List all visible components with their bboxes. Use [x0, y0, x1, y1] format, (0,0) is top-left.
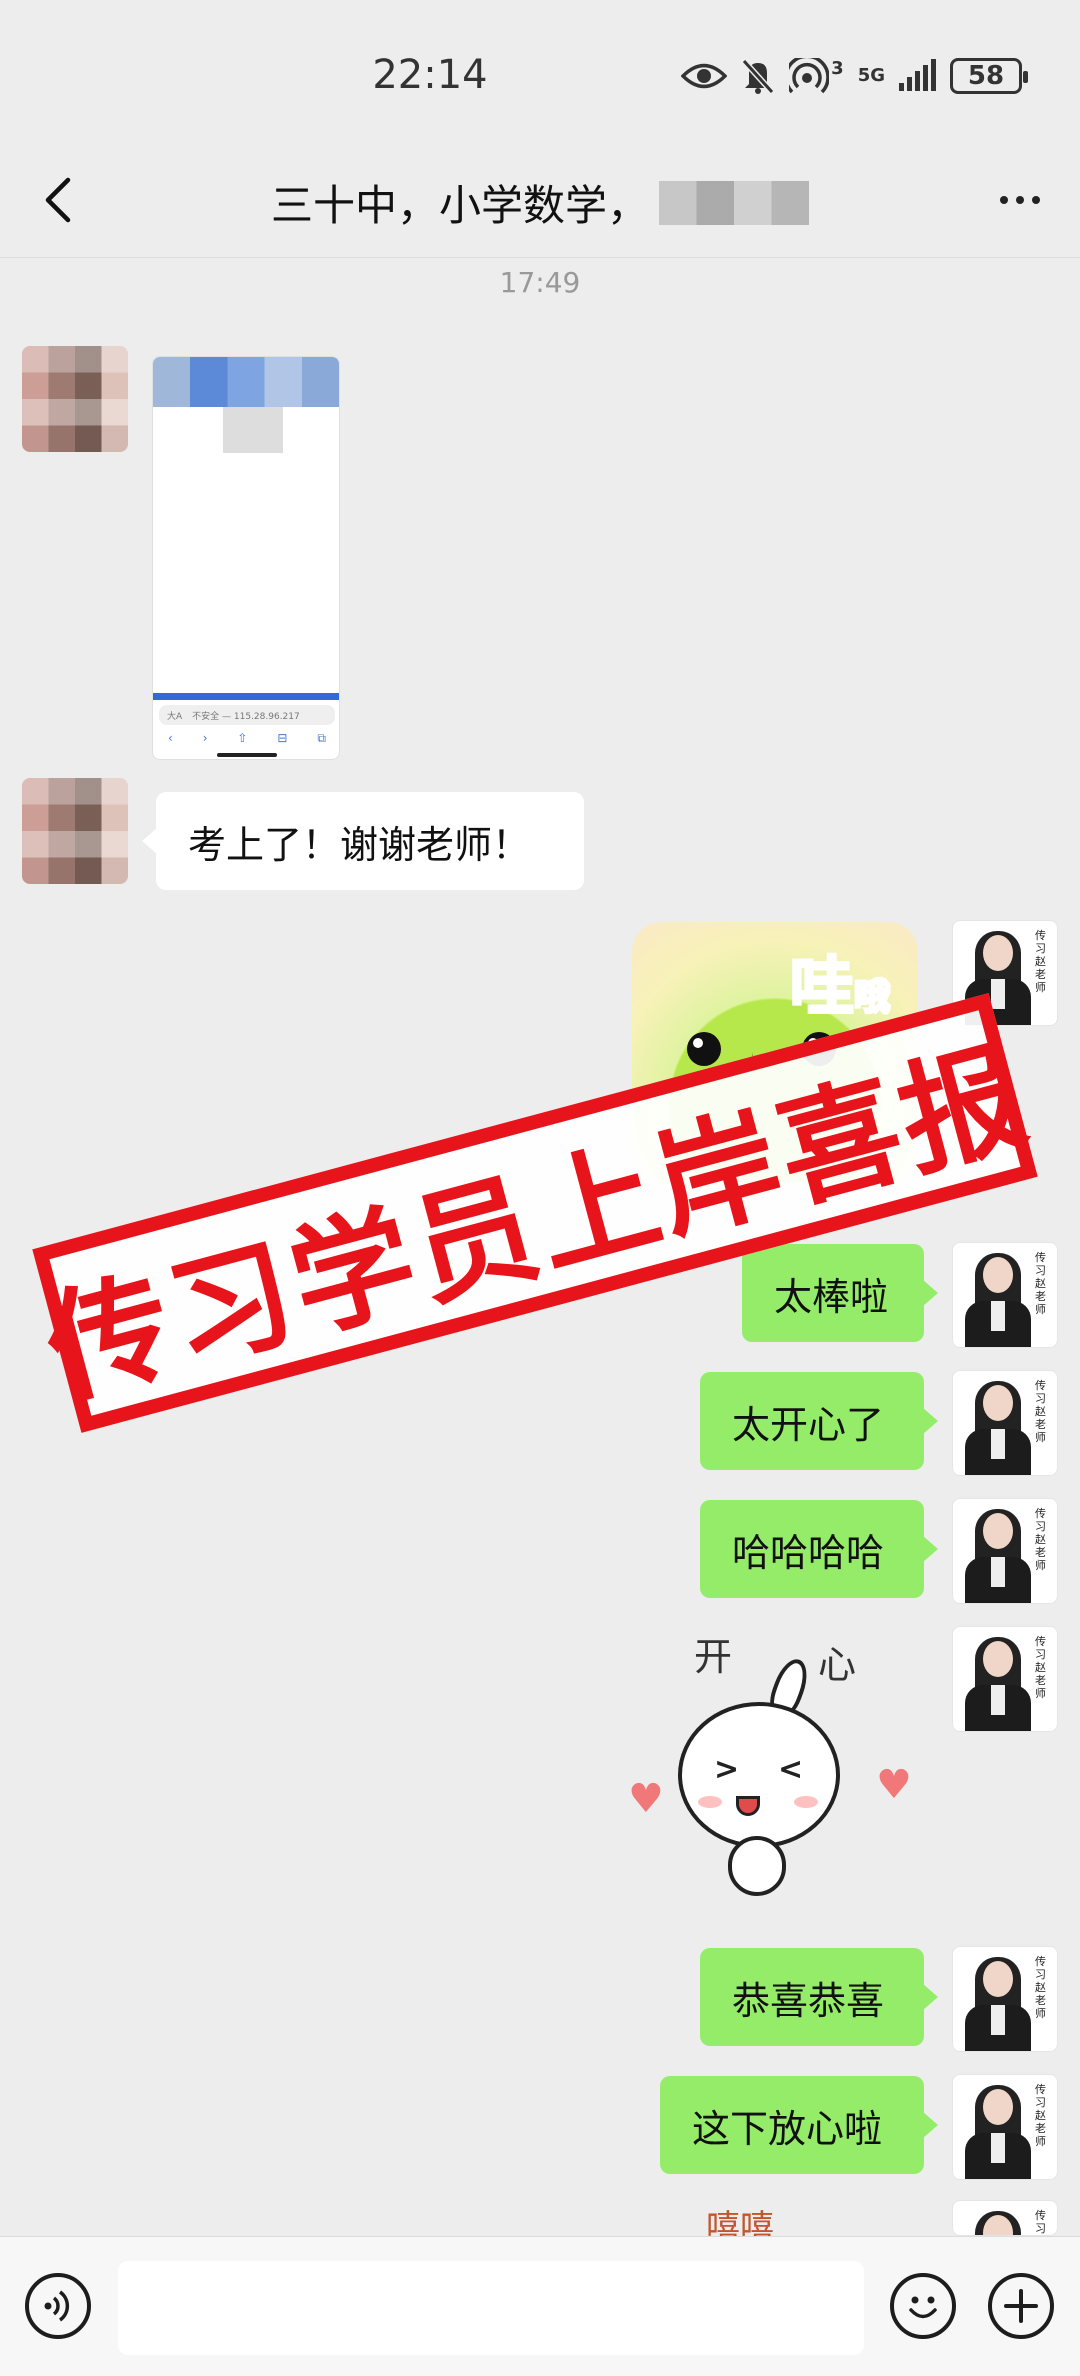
- promo-stamp-banner: 传习学员上岸喜报: [32, 993, 1043, 1433]
- teacher-avatar[interactable]: 传习赵老师: [952, 2200, 1058, 2236]
- dot-icon: [1032, 196, 1040, 204]
- forward-arrow-icon: ›: [202, 731, 208, 745]
- page-bar: [153, 693, 339, 700]
- avatar-signature: 传习赵老师: [1035, 2209, 1046, 2235]
- plus-icon: [1004, 2289, 1038, 2323]
- avatar-signature: 传习赵老师: [1035, 1955, 1046, 2020]
- teacher-avatar[interactable]: 传习赵老师: [952, 1370, 1058, 1476]
- message-timestamp: 17:49: [499, 266, 581, 299]
- sticker-face: [678, 1702, 840, 1848]
- voice-icon: [44, 2290, 70, 2322]
- outgoing-message-bubble[interactable]: 这下放心啦: [660, 2076, 938, 2174]
- avatar-signature: 传习赵老师: [1035, 1379, 1046, 1444]
- sticker-eye: >: [714, 1752, 740, 1787]
- more-options-button[interactable]: [990, 180, 1050, 220]
- sender-avatar[interactable]: [22, 346, 128, 452]
- blurred-name: [659, 180, 809, 225]
- emoji-button[interactable]: [890, 2273, 956, 2339]
- sticker-cheek: [794, 1796, 818, 1808]
- browser-nav-bar: ‹ › ⇧ ⊟ ⧉: [153, 731, 339, 753]
- dot-icon: [1000, 196, 1008, 204]
- status-bar: 22:14 3 5G 58: [0, 0, 1080, 140]
- heart-icon: ♥: [876, 1762, 912, 1808]
- sticker-eye: <: [778, 1752, 804, 1787]
- avatar-signature: 传习赵老师: [1035, 1251, 1046, 1316]
- avatar-signature: 传习赵老师: [1035, 1635, 1046, 1700]
- sender-avatar[interactable]: [22, 778, 128, 884]
- teacher-avatar[interactable]: 传习赵老师: [952, 1242, 1058, 1348]
- hotspot-icon: [789, 58, 830, 94]
- eye-icon: [681, 63, 728, 89]
- dot-icon: [1016, 196, 1024, 204]
- mute-bell-icon: [741, 58, 775, 94]
- share-icon: ⇧: [237, 731, 248, 745]
- heart-icon: ♥: [628, 1776, 664, 1822]
- teacher-avatar[interactable]: 传习赵老师: [952, 1498, 1058, 1604]
- smiley-icon: [909, 2296, 937, 2319]
- signal-icon: [899, 59, 936, 91]
- chat-title: 三十中，小学数学，: [0, 172, 1080, 233]
- sticker-body: [728, 1836, 786, 1896]
- sticker-caption: 开: [694, 1635, 733, 1679]
- chat-title-text: 三十中，小学数学，: [270, 181, 649, 230]
- tabs-icon: ⧉: [317, 731, 326, 745]
- back-arrow-icon: ‹: [167, 731, 173, 745]
- outgoing-message-bubble[interactable]: 太棒啦: [742, 1244, 938, 1342]
- battery-icon: 58: [950, 58, 1028, 94]
- teacher-avatar[interactable]: 传习赵老师: [952, 2074, 1058, 2180]
- teacher-avatar[interactable]: 传习赵老师: [952, 1946, 1058, 2052]
- sticker-caption: 哇哦: [788, 950, 891, 1027]
- url-text: 不安全 — 115.28.96.217: [192, 711, 300, 722]
- status-icons: 3 5G 58: [681, 56, 1028, 96]
- image-message[interactable]: 大A 不安全 — 115.28.96.217 ‹ › ⇧ ⊟ ⧉: [152, 356, 340, 760]
- more-functions-button[interactable]: [988, 2273, 1054, 2339]
- sticker-caption: 心: [818, 1643, 857, 1687]
- input-bar: [0, 2236, 1080, 2376]
- sim-slot-label: 3: [831, 58, 844, 79]
- network-type-label: 5G: [857, 65, 885, 86]
- outgoing-message-bubble[interactable]: 哈哈哈哈: [700, 1500, 938, 1598]
- incoming-message-bubble[interactable]: 考上了！谢谢老师！: [142, 792, 584, 890]
- outgoing-message-bubble[interactable]: 恭喜恭喜: [700, 1948, 938, 2046]
- home-indicator: [217, 753, 277, 757]
- blurred-image-area: [153, 357, 339, 407]
- sticker-eye: [687, 1032, 721, 1066]
- blurred-image-area: [223, 407, 283, 453]
- avatar-signature: 传习赵老师: [1035, 2083, 1046, 2148]
- browser-url-bar: 大A 不安全 — 115.28.96.217: [159, 705, 335, 725]
- avatar-signature: 传习赵老师: [1035, 929, 1046, 994]
- chat-header: 三十中，小学数学，: [0, 140, 1080, 258]
- sticker-message[interactable]: 开 心 > < ♥ ♥: [628, 1626, 928, 1916]
- teacher-avatar[interactable]: 传习赵老师: [952, 1626, 1058, 1732]
- book-icon: ⊟: [277, 731, 288, 745]
- outgoing-message-bubble[interactable]: 太开心了: [700, 1372, 938, 1470]
- voice-input-button[interactable]: [25, 2273, 91, 2339]
- url-prefix: 大A: [167, 711, 183, 722]
- battery-level: 58: [967, 61, 1005, 91]
- avatar-signature: 传习赵老师: [1035, 1507, 1046, 1572]
- message-input[interactable]: [118, 2261, 864, 2355]
- sticker-cheek: [698, 1796, 722, 1808]
